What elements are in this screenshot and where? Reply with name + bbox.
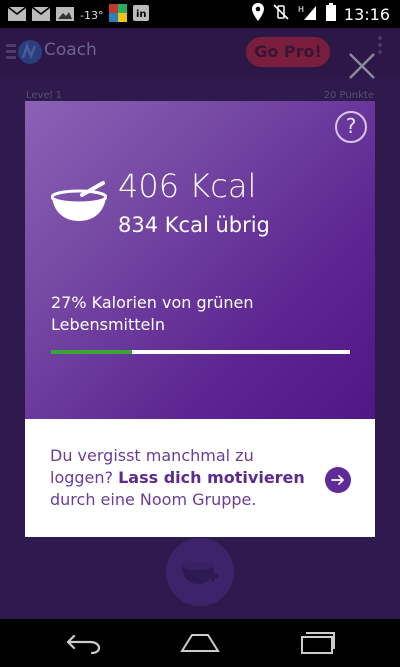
location-icon	[251, 3, 264, 25]
close-icon[interactable]	[346, 50, 378, 82]
arrow-right-icon[interactable]	[325, 467, 351, 493]
points-label: 20 Punkte	[323, 90, 374, 101]
status-bar: -13° in H 13:16	[0, 0, 400, 28]
motivation-card[interactable]: Du vergisst manchmal zu loggen? Lass dic…	[25, 419, 375, 537]
motivation-link[interactable]: Lass dich motivieren	[118, 468, 305, 487]
app-title: Coach	[44, 40, 97, 60]
motivation-text-part2: durch eine Noom Gruppe.	[50, 490, 257, 509]
svg-text:H: H	[298, 5, 304, 14]
svg-text:in: in	[136, 9, 147, 20]
calories-dialog: ? 406 Kcal 834 Kcal übrig 27% Kalorien v…	[25, 101, 375, 537]
green-food-progress-bar	[51, 350, 350, 354]
weather-temperature: -13°	[80, 8, 104, 22]
calories-summary-card: ? 406 Kcal 834 Kcal übrig 27% Kalorien v…	[25, 101, 375, 419]
bowl-add-icon	[182, 562, 218, 584]
green-food-progress-fill	[51, 350, 132, 354]
noom-logo-icon[interactable]	[6, 38, 42, 66]
signal-icon: H	[298, 3, 318, 25]
vibrate-icon	[272, 3, 290, 25]
bowl-icon	[50, 181, 108, 227]
image-icon	[56, 6, 74, 25]
help-button[interactable]: ?	[335, 111, 367, 143]
linkedin-icon: in	[133, 5, 150, 25]
home-icon[interactable]	[180, 631, 220, 657]
add-meal-button[interactable]	[166, 538, 234, 606]
navigation-bar	[0, 619, 400, 667]
level-label: Level 1	[26, 90, 62, 101]
clock: 13:16	[343, 4, 390, 24]
overflow-menu-icon[interactable]	[378, 36, 382, 57]
app-bar: Coach Go Pro!	[0, 28, 400, 76]
green-food-text: 27% Kalorien von grünen Lebensmitteln	[51, 293, 254, 334]
recent-apps-icon[interactable]	[300, 631, 336, 659]
go-pro-button[interactable]: Go Pro!	[246, 37, 330, 67]
motivation-text: Du vergisst manchmal zu loggen? Lass dic…	[50, 445, 310, 511]
battery-icon	[325, 3, 336, 25]
mail-icon	[31, 5, 51, 25]
calories-consumed: 406 Kcal	[118, 167, 257, 205]
app-icon	[109, 4, 128, 26]
mail-icon	[7, 5, 27, 25]
back-icon[interactable]	[66, 632, 102, 658]
calories-remaining: 834 Kcal übrig	[118, 213, 270, 237]
